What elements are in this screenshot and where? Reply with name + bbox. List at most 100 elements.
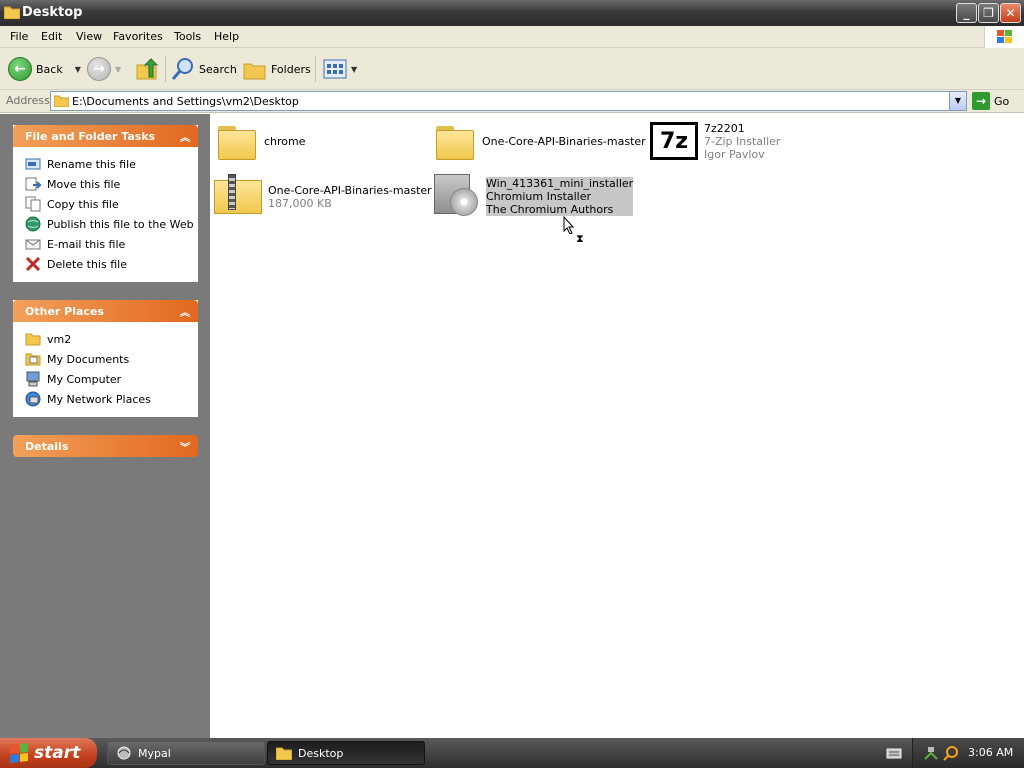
task-delete[interactable]: Delete this file: [25, 254, 198, 274]
views-dropdown-icon[interactable]: ▼: [351, 65, 357, 74]
folders-button[interactable]: Folders: [243, 56, 311, 82]
network-tray-icon[interactable]: [923, 745, 939, 761]
delete-icon: [25, 256, 41, 272]
place-label: My Network Places: [47, 392, 151, 406]
restore-button[interactable]: ❐: [978, 3, 999, 23]
taskbar-item-desktop[interactable]: Desktop: [267, 741, 425, 765]
task-label: Publish this file to the Web: [47, 217, 194, 231]
file-name: 7z2201: [704, 122, 745, 135]
up-folder-button[interactable]: [135, 56, 159, 82]
expand-chevron-icon[interactable]: ︾: [180, 439, 190, 454]
menu-favorites[interactable]: Favorites: [113, 30, 163, 43]
windows-flag-icon: [10, 743, 28, 763]
place-my-documents[interactable]: My Documents: [25, 349, 198, 369]
place-my-network[interactable]: My Network Places: [25, 389, 198, 409]
close-button[interactable]: ✕: [1000, 3, 1021, 23]
back-button[interactable]: ← Back ▼: [8, 56, 81, 82]
clock[interactable]: 3:06 AM: [968, 746, 1013, 759]
menu-view[interactable]: View: [76, 30, 102, 43]
file-view[interactable]: chrome One-Core-API-Binaries-master 7z 7…: [210, 114, 1024, 738]
other-places-panel: Other Places ︽ vm2 My Documents My Compu…: [13, 300, 198, 417]
task-email[interactable]: E-mail this file: [25, 234, 198, 254]
file-item-one-core-zip[interactable]: One-Core-API-Binaries-master 187,000 KB: [214, 174, 432, 214]
file-item-one-core-folder[interactable]: One-Core-API-Binaries-master: [436, 124, 646, 160]
details-title: Details: [25, 440, 69, 453]
file-size: 187,000 KB: [268, 197, 332, 210]
forward-dropdown-icon[interactable]: ▼: [115, 65, 121, 74]
collapse-chevron-icon[interactable]: ︽: [180, 129, 190, 144]
address-label: Address: [6, 94, 50, 107]
minimize-button[interactable]: _: [956, 3, 977, 23]
file-item-7z2201[interactable]: 7z 7z2201 7-Zip Installer Igor Pavlov: [650, 122, 780, 161]
title-bar: Desktop _ ❐ ✕: [0, 0, 1024, 26]
task-label: Move this file: [47, 177, 121, 191]
go-button[interactable]: → Go: [972, 92, 1009, 110]
views-button[interactable]: ▼: [323, 56, 357, 82]
task-rename[interactable]: Rename this file: [25, 154, 198, 174]
task-pane: File and Folder Tasks ︽ Rename this file…: [0, 114, 210, 738]
search-tray-icon[interactable]: [943, 745, 959, 761]
go-arrow-icon: →: [972, 92, 990, 110]
search-button[interactable]: Search: [171, 56, 237, 82]
file-item-win-mini-installer[interactable]: Win_413361_mini_installer Chromium Insta…: [432, 172, 634, 218]
up-folder-icon: [136, 58, 159, 80]
rename-icon: [25, 158, 41, 170]
start-button[interactable]: start: [0, 738, 97, 768]
place-vm2[interactable]: vm2: [25, 329, 198, 349]
zip-folder-icon: [214, 174, 262, 214]
menu-bar: File Edit View Favorites Tools Help: [0, 26, 1024, 48]
task-move[interactable]: Move this file: [25, 174, 198, 194]
start-label: start: [34, 743, 81, 763]
details-panel: Details ︾: [13, 435, 198, 457]
file-tasks-title: File and Folder Tasks: [25, 130, 156, 143]
file-description: Chromium Installer: [486, 190, 592, 203]
search-icon: [171, 58, 193, 80]
file-name: One-Core-API-Binaries-master: [268, 184, 432, 197]
globe-icon: [25, 216, 41, 232]
forward-arrow-icon: →: [87, 57, 111, 81]
menu-file[interactable]: File: [10, 30, 28, 43]
views-icon: [323, 59, 347, 79]
folder-icon: [25, 333, 41, 346]
details-header[interactable]: Details ︾: [13, 435, 198, 457]
system-tray: 3:06 AM: [912, 738, 1024, 768]
file-item-chrome[interactable]: chrome: [218, 124, 306, 160]
folder-icon: [4, 6, 20, 19]
task-label: Rename this file: [47, 157, 136, 171]
other-places-header[interactable]: Other Places ︽: [13, 300, 198, 322]
file-name: chrome: [264, 135, 306, 148]
menu-edit[interactable]: Edit: [41, 30, 62, 43]
windows-logo: [984, 26, 1024, 48]
my-documents-icon: [25, 353, 41, 366]
file-tasks-header[interactable]: File and Folder Tasks ︽: [13, 125, 198, 147]
folder-icon: [54, 95, 69, 107]
file-company: The Chromium Authors: [486, 203, 614, 216]
seven-zip-icon: 7z: [650, 122, 698, 160]
file-name: One-Core-API-Binaries-master: [482, 135, 646, 148]
go-label: Go: [994, 94, 1010, 108]
task-label: Mypal: [138, 746, 171, 760]
task-publish[interactable]: Publish this file to the Web: [25, 214, 198, 234]
menu-help[interactable]: Help: [214, 30, 239, 43]
hourglass-icon: ⧗: [576, 232, 584, 245]
address-dropdown-icon[interactable]: ▼: [949, 92, 966, 110]
network-icon: [25, 391, 41, 407]
menu-tools[interactable]: Tools: [174, 30, 201, 43]
collapse-chevron-icon[interactable]: ︽: [180, 304, 190, 319]
place-label: vm2: [47, 332, 72, 346]
address-value: E:\Documents and Settings\vm2\Desktop: [72, 95, 299, 108]
my-computer-icon: [26, 371, 40, 387]
back-arrow-icon: ←: [8, 57, 32, 81]
task-copy[interactable]: Copy this file: [25, 194, 198, 214]
taskbar: start Mypal Desktop 3:06 AM: [0, 738, 1024, 768]
folders-icon: [243, 63, 266, 80]
address-bar: Address E:\Documents and Settings\vm2\De…: [0, 90, 1024, 113]
place-my-computer[interactable]: My Computer: [25, 369, 198, 389]
file-description: 7-Zip Installer: [704, 135, 781, 148]
keyboard-icon[interactable]: [886, 747, 902, 759]
folder-icon: [276, 747, 292, 760]
forward-button[interactable]: → ▼: [87, 56, 121, 82]
taskbar-item-mypal[interactable]: Mypal: [107, 741, 265, 765]
address-input[interactable]: E:\Documents and Settings\vm2\Desktop ▼: [50, 91, 967, 111]
back-dropdown-icon[interactable]: ▼: [75, 65, 81, 74]
